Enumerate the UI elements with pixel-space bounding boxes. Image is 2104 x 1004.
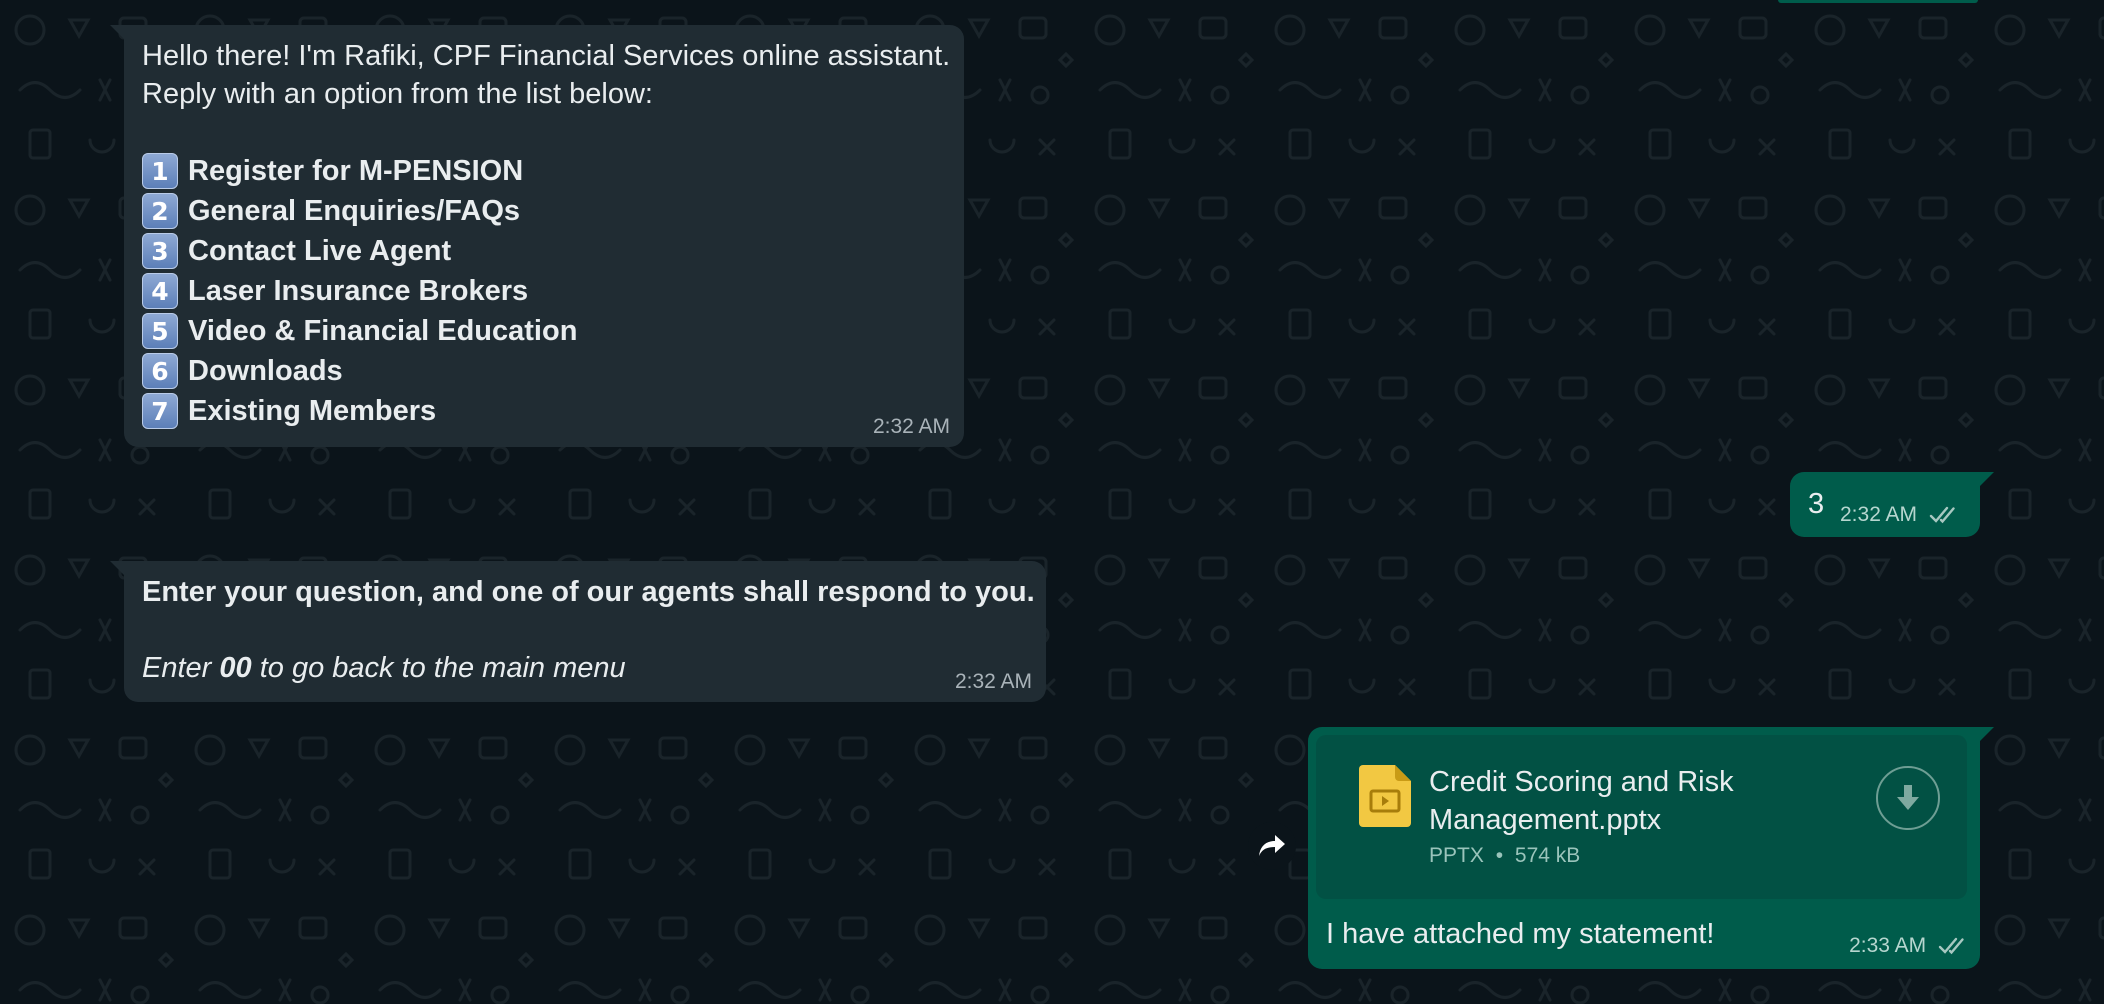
message-time: 2:32 AM [872, 415, 950, 438]
number-2-icon: 2 [142, 193, 178, 229]
file-name-line-2: Management.pptx [1429, 804, 1662, 836]
number-4-icon: 4 [142, 273, 178, 309]
forward-button[interactable] [1248, 822, 1296, 870]
message-text: 3 [1808, 488, 1825, 520]
menu-option: 4 Laser Insurance Brokers [142, 271, 950, 311]
prompt-line-1: Enter your question, and one of our agen… [142, 576, 1035, 608]
menu-option: 5 Video & Financial Education [142, 311, 950, 351]
menu-option: 7 Existing Members [142, 391, 950, 431]
welcome-line-1: Hello there! I'm Rafiki, CPF Financial S… [142, 40, 951, 72]
welcome-line-2: Reply with an option from the list below… [142, 78, 653, 110]
message-reply-choice[interactable]: 3 2:32 AM [1790, 472, 1994, 537]
menu-option-label: Contact Live Agent [188, 234, 452, 267]
file-size: 574 kB [1514, 844, 1581, 867]
menu-option: 2 General Enquiries/FAQs [142, 191, 950, 231]
number-7-icon: 7 [142, 393, 178, 429]
message-attachment[interactable]: Credit Scoring and Risk Management.pptx … [1308, 727, 1994, 969]
number-1-icon: 1 [142, 153, 178, 189]
number-6-icon: 6 [142, 353, 178, 389]
message-time: 2:32 AM [1840, 503, 1918, 526]
download-button[interactable] [1876, 766, 1940, 830]
menu-option: 6 Downloads [142, 351, 950, 391]
menu-option-label: Video & Financial Education [188, 314, 578, 347]
file-meta: PPTX • 574 kB [1429, 844, 1580, 868]
menu-option-label: Downloads [188, 354, 343, 387]
prompt-line-2: Enter 00 to go back to the main menu [142, 649, 626, 687]
double-check-icon [1938, 938, 1964, 955]
double-check-icon [1929, 507, 1955, 524]
message-time-status: 2:33 AM [1849, 934, 1970, 958]
menu-option-label: Existing Members [188, 394, 437, 427]
download-icon [1897, 785, 1919, 810]
message-welcome[interactable]: Hello there! I'm Rafiki, CPF Financial S… [110, 25, 964, 447]
menu-options-list: 1 Register for M-PENSION 2 General Enqui… [142, 151, 950, 431]
prompt-line-2-suffix: to go back to the main menu [251, 652, 626, 684]
number-3-icon: 3 [142, 233, 178, 269]
file-name: Credit Scoring and Risk Management.pptx [1429, 763, 1734, 839]
prompt-line-2-prefix: Enter [142, 652, 220, 684]
forward-icon [1259, 835, 1285, 856]
menu-option-label: General Enquiries/FAQs [188, 194, 520, 227]
message-time-status: 2:32 AM [1840, 503, 1961, 527]
previous-message-edge [1778, 0, 1978, 3]
file-type: PPTX [1429, 844, 1484, 867]
attachment-caption: I have attached my statement! [1326, 918, 1715, 950]
menu-option: 3 Contact Live Agent [142, 231, 950, 271]
number-5-icon: 5 [142, 313, 178, 349]
chat-window: Hello there! I'm Rafiki, CPF Financial S… [0, 0, 2104, 1004]
document-card[interactable]: Credit Scoring and Risk Management.pptx … [1316, 735, 1967, 899]
message-agent-prompt[interactable]: Enter your question, and one of our agen… [110, 561, 1046, 702]
presentation-file-icon [1359, 765, 1411, 827]
file-name-line-1: Credit Scoring and Risk [1429, 766, 1734, 798]
prompt-line-2-code: 00 [219, 652, 252, 684]
menu-option-label: Register for M-PENSION [188, 154, 524, 187]
menu-option: 1 Register for M-PENSION [142, 151, 950, 191]
meta-separator: • [1495, 844, 1504, 867]
menu-option-label: Laser Insurance Brokers [188, 274, 529, 307]
message-time: 2:33 AM [1849, 934, 1927, 957]
message-time: 2:32 AM [954, 670, 1032, 693]
